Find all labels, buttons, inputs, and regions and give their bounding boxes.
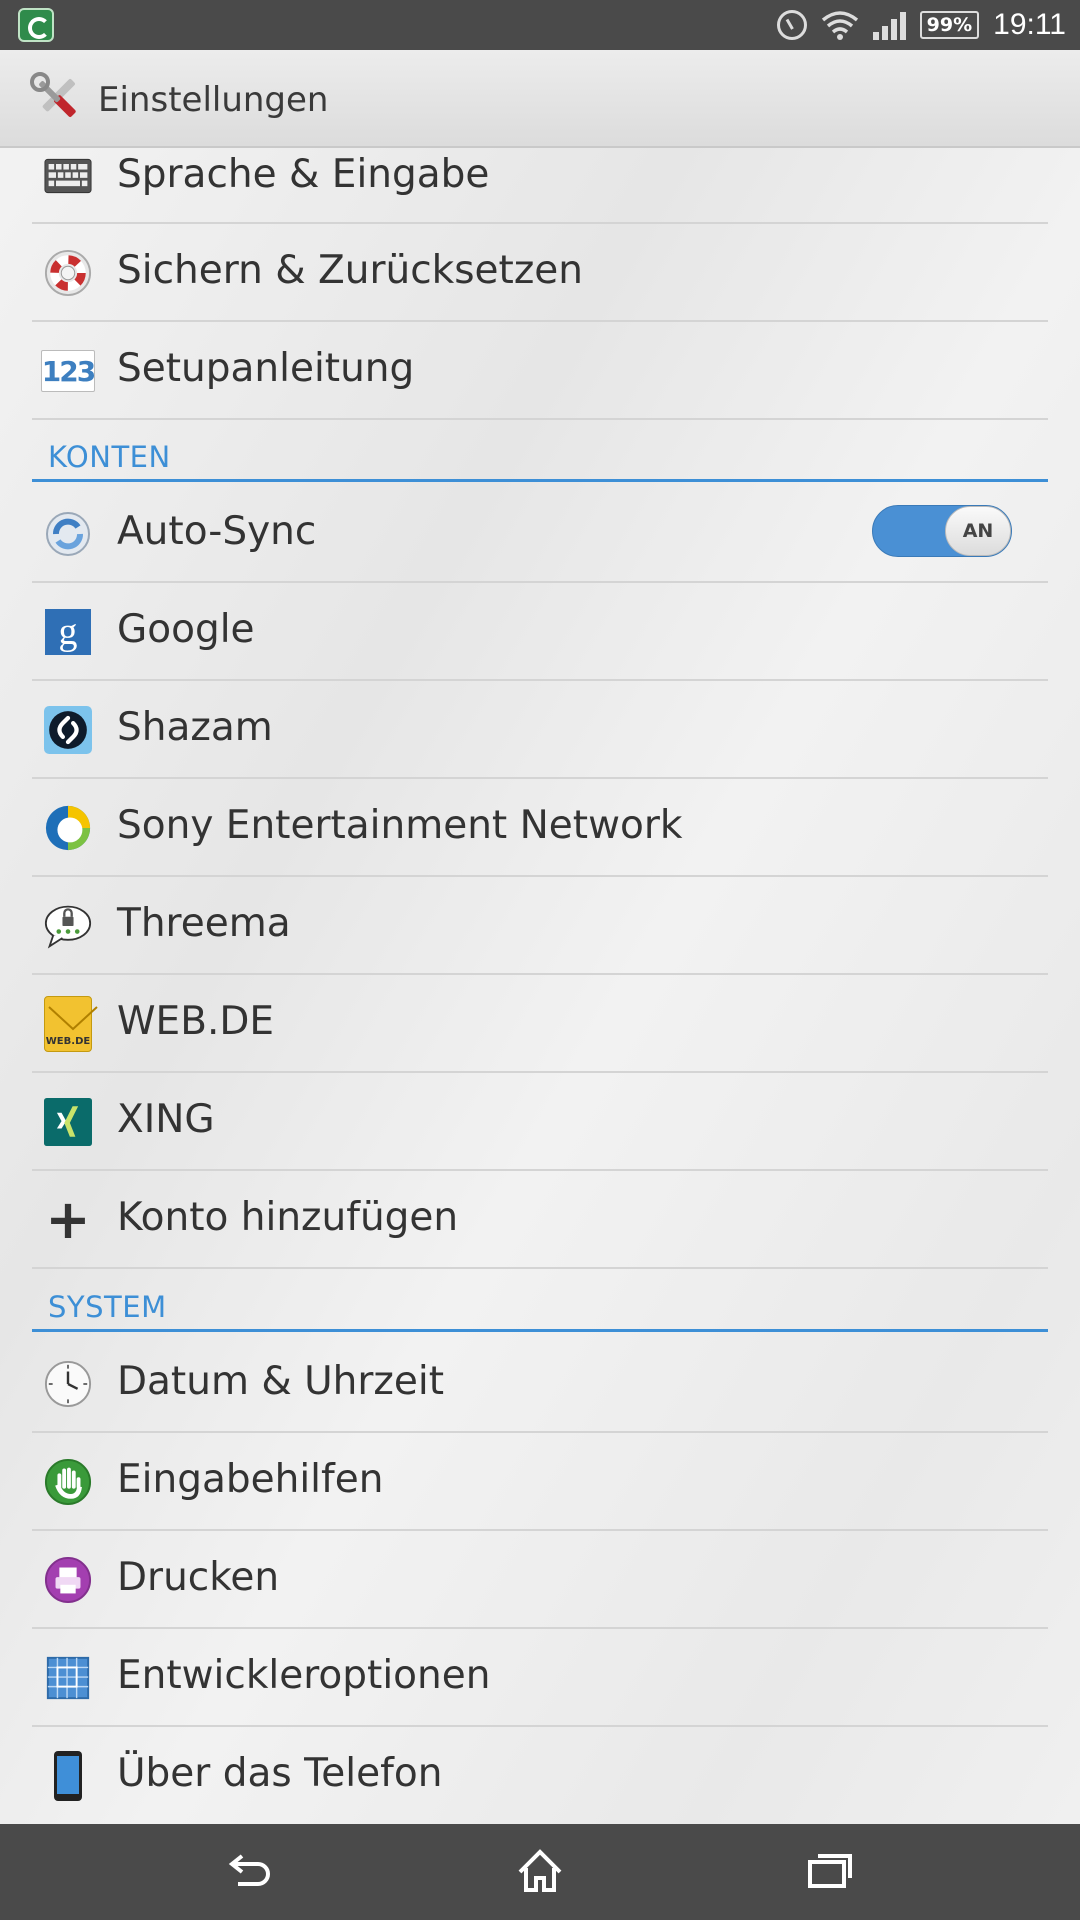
sync-icon [44, 510, 92, 558]
battery-indicator: 99% [919, 11, 980, 39]
back-icon[interactable] [220, 1842, 280, 1902]
plus-glyph: + [45, 1188, 91, 1251]
settings-item-label: Über das Telefon [117, 1751, 443, 1796]
clock-icon [44, 1360, 92, 1408]
threema-icon [44, 902, 92, 950]
page-title: Einstellungen [98, 80, 329, 120]
alarm-icon [776, 10, 807, 40]
account-label: Google [117, 607, 255, 652]
account-item-threema[interactable]: Threema [32, 877, 1048, 975]
battery-level: 99% [926, 14, 973, 36]
keyboard-icon [44, 152, 92, 200]
account-label: WEB.DE [117, 999, 275, 1044]
add-account-label: Konto hinzufügen [117, 1195, 459, 1240]
wifi-icon [821, 11, 858, 40]
settings-item-label: Datum & Uhrzeit [117, 1359, 445, 1404]
settings-item-print[interactable]: Drucken [32, 1531, 1048, 1629]
status-bar: 99% 19:11 [0, 0, 1080, 50]
settings-item-developer[interactable]: Entwickleroptionen [32, 1629, 1048, 1727]
phone-icon [44, 1751, 92, 1801]
section-header-system: SYSTEM [32, 1284, 1048, 1332]
settings-item-label: Auto-Sync [117, 509, 317, 554]
account-item-webde[interactable]: WEB.DE WEB.DE [32, 975, 1048, 1073]
account-label: Threema [117, 901, 291, 946]
shazam-icon [44, 706, 92, 754]
settings-item-accessibility[interactable]: Eingabehilfen [32, 1433, 1048, 1531]
settings-item-label: Eingabehilfen [117, 1457, 384, 1502]
google-glyph: g [45, 609, 91, 655]
section-title: SYSTEM [48, 1290, 167, 1324]
notification-app-icon [18, 8, 54, 42]
account-item-shazam[interactable]: Shazam [32, 681, 1048, 779]
google-icon: g [44, 608, 92, 656]
recent-apps-icon[interactable] [800, 1842, 860, 1902]
toggle-knob: AN [945, 506, 1011, 556]
setup-guide-icon: 123 [41, 347, 96, 395]
account-item-xing[interactable]: XING [32, 1073, 1048, 1171]
setup-guide-text: 123 [41, 350, 96, 392]
account-label: XING [117, 1097, 215, 1142]
lifebuoy-icon [44, 249, 92, 297]
account-label: Shazam [117, 705, 273, 750]
webde-icon: WEB.DE [44, 996, 98, 1052]
navigation-bar [0, 1824, 1080, 1920]
settings-item-backup[interactable]: Sichern & Zurücksetzen [32, 224, 1048, 322]
accessibility-icon [44, 1458, 92, 1506]
account-item-google[interactable]: g Google [32, 583, 1048, 681]
account-label: Sony Entertainment Network [117, 803, 683, 848]
print-icon [44, 1556, 92, 1604]
settings-item-language[interactable]: Sprache & Eingabe [32, 124, 1048, 224]
settings-item-label: Setupanleitung [117, 346, 415, 391]
section-header-accounts: KONTEN [32, 434, 1048, 482]
settings-item-label: Entwickleroptionen [117, 1653, 491, 1698]
webde-icon-text: WEB.DE [45, 1036, 91, 1047]
plus-icon: + [44, 1188, 92, 1251]
xing-icon [44, 1098, 92, 1146]
settings-item-label: Drucken [117, 1555, 280, 1600]
developer-icon [44, 1654, 92, 1702]
tools-icon[interactable] [30, 72, 82, 124]
add-account-button[interactable]: + Konto hinzufügen [32, 1171, 1048, 1269]
status-time: 19:11 [993, 8, 1066, 41]
section-title: KONTEN [48, 440, 171, 474]
settings-item-label: Sichern & Zurücksetzen [117, 248, 584, 293]
status-icons: 99% 19:11 [776, 0, 1066, 50]
account-item-sony[interactable]: Sony Entertainment Network [32, 779, 1048, 877]
home-icon[interactable] [510, 1842, 570, 1902]
settings-item-date-time[interactable]: Datum & Uhrzeit [32, 1335, 1048, 1433]
settings-item-label: Sprache & Eingabe [117, 152, 490, 197]
auto-sync-toggle[interactable]: AN [872, 505, 1012, 557]
settings-item-about-phone[interactable]: Über das Telefon [32, 1727, 1048, 1825]
settings-item-auto-sync[interactable]: Auto-Sync AN [32, 485, 1048, 583]
sony-network-icon [44, 804, 92, 852]
settings-item-setup-guide[interactable]: 123 Setupanleitung [32, 322, 1048, 420]
signal-icon [872, 10, 906, 40]
